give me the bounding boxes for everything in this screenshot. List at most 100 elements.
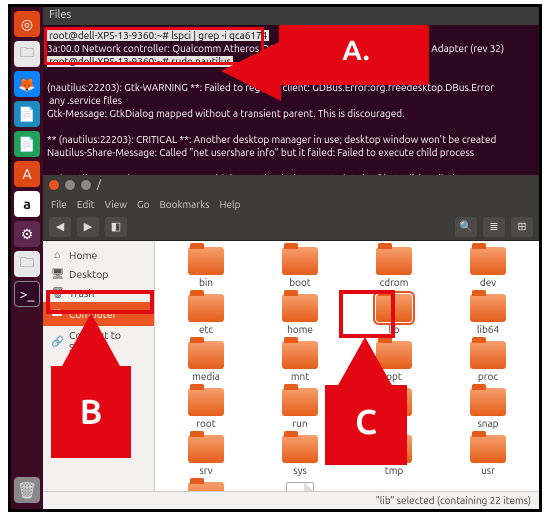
terminal-line: any .service files <box>47 94 535 107</box>
file-label: dev <box>480 277 496 288</box>
file-item-dev[interactable]: dev <box>443 247 533 288</box>
minimize-icon[interactable] <box>65 180 75 190</box>
path-button[interactable]: ◧ <box>105 217 127 237</box>
menu-bookmarks[interactable]: Bookmarks <box>159 199 209 210</box>
file-label: mnt <box>291 371 309 382</box>
file-item-boot[interactable]: boot <box>255 247 345 288</box>
terminal-line: Gtk-Message: GtkDialog mapped without a … <box>47 107 535 120</box>
menu-view[interactable]: View <box>105 199 127 210</box>
file-label: snap <box>477 418 498 429</box>
nautilus-titlebar: / <box>43 175 539 195</box>
file-item-usr[interactable]: usr <box>443 435 533 476</box>
file-label: media <box>192 371 220 382</box>
callout-label-b: B <box>51 393 131 431</box>
file-item-etc[interactable]: etc <box>161 294 251 335</box>
file-label: run <box>292 418 307 429</box>
callout-label-c: C <box>325 403 407 441</box>
callout-box-c <box>339 290 395 338</box>
forward-button[interactable]: ▶ <box>77 217 99 237</box>
search-button[interactable]: 🔍 <box>455 217 477 237</box>
file-item-var[interactable]: var <box>161 482 251 491</box>
folder-icon <box>188 294 224 322</box>
folder-icon <box>282 247 318 275</box>
callout-arrow-a: A. <box>221 13 431 93</box>
file-item-srv[interactable]: srv <box>161 435 251 476</box>
status-text: "lib" selected (containing 22 items) <box>376 495 531 506</box>
folder-icon <box>470 388 506 416</box>
view-list-button[interactable]: ≣ <box>483 217 505 237</box>
file-item-root[interactable]: root <box>161 388 251 429</box>
file-item-initrd.img[interactable]: initrd.img <box>255 482 345 491</box>
file-icon <box>286 482 314 491</box>
document-icon[interactable]: 📄 <box>14 101 40 127</box>
folder-icon <box>188 482 224 491</box>
sidebar-label: Home <box>69 249 97 261</box>
file-label: boot <box>289 277 310 288</box>
files2-icon[interactable]: 🗀 <box>14 251 40 277</box>
nautilus-statusbar: "lib" selected (containing 22 items) <box>43 491 539 509</box>
file-item-lib64[interactable]: lib64 <box>443 294 533 335</box>
callout-arrow-c: C <box>311 337 421 477</box>
file-item-proc[interactable]: proc <box>443 341 533 382</box>
file-label: etc <box>199 324 213 335</box>
folder-icon <box>470 247 506 275</box>
terminal-icon[interactable]: >_ <box>14 281 40 307</box>
menu-edit[interactable]: Edit <box>77 199 95 210</box>
ubuntu-dash-icon[interactable]: ◎ <box>14 11 40 37</box>
sidebar-label: Desktop <box>69 268 108 280</box>
callout-label-a: A. <box>316 35 396 66</box>
trash-icon[interactable]: 🗑 <box>14 477 40 503</box>
file-item-bin[interactable]: bin <box>161 247 251 288</box>
settings-icon[interactable]: ⚙ <box>14 221 40 247</box>
file-item-cdrom[interactable]: cdrom <box>349 247 439 288</box>
nautilus-toolbar: ◀ ▶ ◧ 🔍 ≣ ⊞ <box>43 213 539 241</box>
maximize-icon[interactable] <box>81 180 91 190</box>
menubar-title: Files <box>49 9 71 21</box>
view-grid-button[interactable]: ⊞ <box>511 217 533 237</box>
folder-icon <box>470 341 506 369</box>
folder-icon <box>188 435 224 463</box>
file-label: root <box>196 418 215 429</box>
file-label: proc <box>478 371 498 382</box>
amazon-icon[interactable]: a <box>14 191 40 217</box>
sidebar-item-home[interactable]: ⌂ Home <box>43 245 154 264</box>
file-item-media[interactable]: media <box>161 341 251 382</box>
sidebar-icon: ⌂ <box>51 248 63 261</box>
file-label: srv <box>199 465 212 476</box>
menu-file[interactable]: File <box>51 199 67 210</box>
file-item-snap[interactable]: snap <box>443 388 533 429</box>
folder-icon <box>188 388 224 416</box>
back-button[interactable]: ◀ <box>49 217 71 237</box>
file-label: sys <box>293 465 307 476</box>
file-label: bin <box>199 277 213 288</box>
callout-arrow-b: B <box>41 313 141 473</box>
software-icon[interactable]: A <box>14 161 40 187</box>
file-label: lib64 <box>477 324 499 335</box>
file-label: usr <box>481 465 495 476</box>
file-label: cdrom <box>380 277 409 288</box>
nautilus-title-path: / <box>97 179 101 191</box>
nautilus-menubar: File Edit View Go Bookmarks Help <box>43 195 539 213</box>
close-icon[interactable] <box>49 180 59 190</box>
unity-launcher: ◎ 🗀 🦊 📄 📄 Aa ⚙ 🗀 >_ 🗑 <box>11 7 43 509</box>
files-icon[interactable]: 🗀 <box>14 41 40 67</box>
folder-icon <box>376 247 412 275</box>
folder-icon <box>188 341 224 369</box>
folder-icon <box>470 435 506 463</box>
terminal-line <box>47 159 535 172</box>
terminal-line: ** (nautilus:22203): CRITICAL **: Anothe… <box>47 133 535 146</box>
menu-go[interactable]: Go <box>137 199 149 210</box>
folder-icon <box>470 294 506 322</box>
menu-help[interactable]: Help <box>220 199 241 210</box>
sidebar-icon: 🖥 <box>51 267 63 280</box>
document2-icon[interactable]: 📄 <box>14 131 40 157</box>
folder-icon <box>282 294 318 322</box>
terminal-line <box>47 120 535 133</box>
file-item-home[interactable]: home <box>255 294 345 335</box>
callout-box-b <box>46 290 154 314</box>
terminal-line: Nautilus-Share-Message: Called "net user… <box>47 146 535 159</box>
folder-icon <box>188 247 224 275</box>
sidebar-item-desktop[interactable]: 🖥 Desktop <box>43 264 154 283</box>
file-label: home <box>287 324 313 335</box>
firefox-icon[interactable]: 🦊 <box>14 71 40 97</box>
